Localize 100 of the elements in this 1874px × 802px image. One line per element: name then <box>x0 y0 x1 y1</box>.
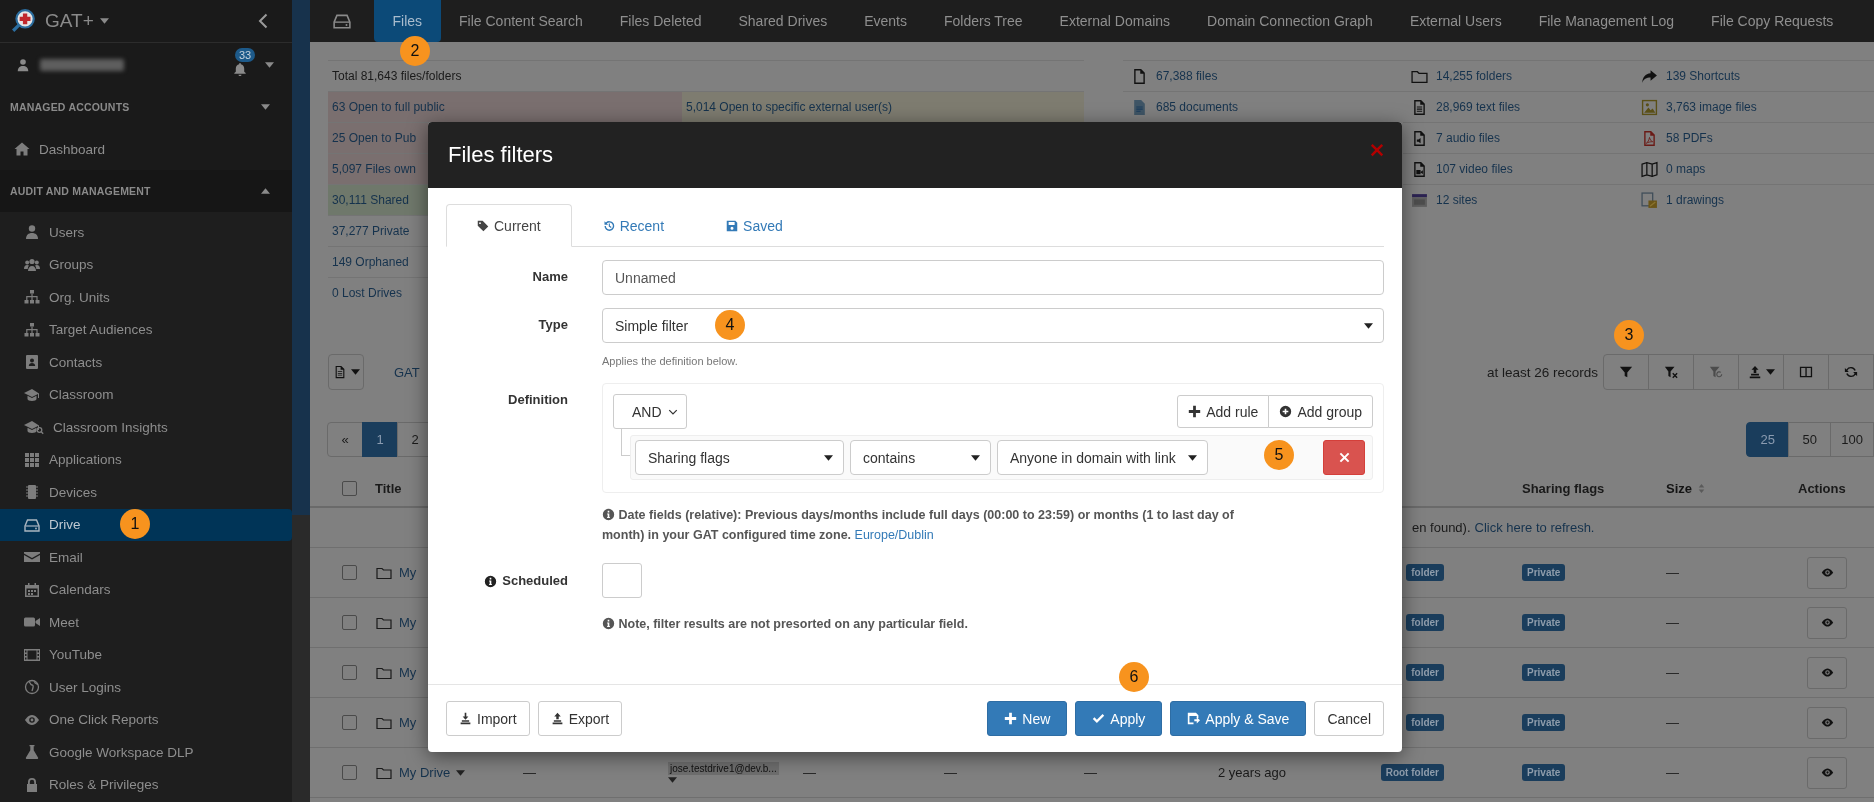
checkbox[interactable] <box>342 565 357 580</box>
operator-select[interactable]: AND <box>613 394 687 429</box>
new-button[interactable]: New <box>987 701 1068 736</box>
file-title-link[interactable]: My <box>399 565 417 580</box>
page-size-button[interactable]: 100 <box>1830 422 1874 457</box>
view-button[interactable] <box>1807 606 1847 639</box>
nav-tab[interactable]: File Content Search <box>440 0 602 42</box>
menu-item[interactable]: Classroom <box>0 378 292 411</box>
nav-tab[interactable]: File Copy Requests <box>1692 0 1852 42</box>
checkbox[interactable] <box>342 715 357 730</box>
menu-item[interactable]: Roles & Privileges <box>0 768 292 801</box>
refresh-button[interactable] <box>1828 354 1874 390</box>
import-button[interactable]: Import <box>446 701 530 736</box>
caret-icon[interactable] <box>456 769 466 776</box>
caret-icon[interactable] <box>261 104 270 110</box>
menu-item[interactable]: Dashboard <box>0 128 292 170</box>
menu-item[interactable]: Email <box>0 541 292 574</box>
operator-select[interactable]: contains <box>850 440 991 475</box>
timezone-link[interactable]: Europe/Dublin <box>854 528 934 542</box>
menu-item[interactable]: Calendars <box>0 573 292 606</box>
page-size-button[interactable]: 25 <box>1746 422 1790 457</box>
field-select[interactable]: Sharing flags <box>635 440 844 475</box>
filter-button[interactable] <box>1603 354 1649 390</box>
name-field[interactable]: Unnamed <box>602 260 1384 295</box>
file-type-link[interactable]: 14,255 folders <box>1436 69 1513 83</box>
close-icon[interactable] <box>1370 143 1384 157</box>
menu-item[interactable]: Contacts <box>0 346 292 379</box>
checkbox[interactable] <box>342 765 357 780</box>
add-rule-button[interactable]: Add rule <box>1177 395 1270 428</box>
view-button[interactable] <box>1807 756 1847 789</box>
caret-icon[interactable] <box>668 777 677 783</box>
view-button[interactable] <box>1807 556 1847 589</box>
nav-tab[interactable]: File Management Log <box>1520 0 1693 42</box>
file-title-link[interactable]: My <box>399 615 417 630</box>
stat-link[interactable]: 63 Open to full public <box>328 92 682 122</box>
checkbox[interactable] <box>342 665 357 680</box>
dialog-tab[interactable]: Recent <box>571 204 696 247</box>
view-button[interactable] <box>1807 706 1847 739</box>
file-type-link[interactable]: 0 maps <box>1666 162 1706 176</box>
columns-button[interactable] <box>1783 354 1829 390</box>
value-select[interactable]: Anyone in domain with link <box>997 440 1208 475</box>
view-link[interactable]: GAT <box>394 364 420 380</box>
add-group-button[interactable]: Add group <box>1268 395 1373 428</box>
file-type-link[interactable]: 107 video files <box>1436 162 1513 176</box>
menu-item[interactable]: YouTube <box>0 638 292 671</box>
file-type-link[interactable]: 7 audio files <box>1436 131 1501 145</box>
file-title-link[interactable]: My Drive <box>399 765 451 780</box>
nav-tab[interactable]: Files Deleted <box>601 0 720 42</box>
menu-item[interactable]: Org. Units <box>0 281 292 314</box>
menu-item[interactable]: Google Workspace DLP <box>0 736 292 769</box>
export-button[interactable]: Export <box>537 701 623 736</box>
checkbox[interactable] <box>342 480 357 496</box>
info-icon <box>602 508 615 521</box>
delete-rule-button[interactable] <box>1323 440 1365 475</box>
menu-item[interactable]: User Logins <box>0 671 292 704</box>
nav-tab[interactable]: External Domains <box>1041 0 1189 42</box>
file-title-link[interactable]: My <box>399 665 417 680</box>
nav-tab[interactable]: Shared Drives <box>720 0 846 42</box>
nav-tab[interactable]: External Users <box>1391 0 1521 42</box>
export-button[interactable] <box>1738 354 1784 390</box>
nav-tab[interactable]: Files <box>374 0 441 42</box>
cancel-button[interactable]: Cancel <box>1314 701 1384 736</box>
file-type-link[interactable]: 139 Shortcuts <box>1666 69 1741 83</box>
apply-button[interactable]: Apply <box>1075 701 1163 736</box>
nav-tab[interactable]: Events <box>845 0 926 42</box>
dialog-tab[interactable]: Current <box>446 204 572 247</box>
menu-item[interactable]: Groups <box>0 248 292 281</box>
page-size-button[interactable]: 50 <box>1788 422 1832 457</box>
file-type-link[interactable]: 28,969 text files <box>1436 100 1521 114</box>
menu-item[interactable]: Classroom Insights <box>0 411 292 444</box>
column-header[interactable]: Size <box>1666 480 1692 496</box>
schedule-checkbox[interactable] <box>602 563 642 598</box>
apply-save-button[interactable]: Apply & Save <box>1170 701 1307 736</box>
menu-item[interactable]: Target Audiences <box>0 313 292 346</box>
file-type-link[interactable]: 12 sites <box>1436 193 1478 207</box>
caret-icon[interactable] <box>261 188 270 194</box>
menu-item[interactable]: Applications <box>0 443 292 476</box>
checkbox[interactable] <box>342 615 357 630</box>
stat-link[interactable]: 5,014 Open to specific external user(s) <box>682 92 1084 122</box>
file-type-link[interactable]: 685 documents <box>1156 100 1239 114</box>
drive-icon[interactable] <box>332 12 352 30</box>
dialog-tab[interactable]: Saved <box>695 204 814 247</box>
file-type-link[interactable]: 58 PDFs <box>1666 131 1713 145</box>
brand-name[interactable]: GAT+ <box>45 10 94 32</box>
menu-item[interactable]: Users <box>0 216 292 249</box>
file-type-link[interactable]: 1 drawings <box>1666 193 1725 207</box>
clear-filter-button[interactable] <box>1648 354 1694 390</box>
nav-tab[interactable]: Domain Connection Graph <box>1188 0 1392 42</box>
page-button[interactable]: 1 <box>362 422 398 457</box>
file-type-link[interactable]: 67,388 files <box>1156 69 1218 83</box>
nav-tab[interactable]: Folders Tree <box>925 0 1042 42</box>
bell-icon[interactable] <box>233 61 247 76</box>
file-title-link[interactable]: My <box>399 715 417 730</box>
refresh-link[interactable]: Click here to refresh. <box>1474 520 1595 535</box>
document-menu-button[interactable] <box>328 354 364 390</box>
menu-item[interactable]: Devices <box>0 476 292 509</box>
menu-item[interactable]: Meet <box>0 606 292 639</box>
view-button[interactable] <box>1807 656 1847 689</box>
file-type-link[interactable]: 3,763 image files <box>1666 100 1757 114</box>
menu-item[interactable]: One Click Reports <box>0 703 292 736</box>
